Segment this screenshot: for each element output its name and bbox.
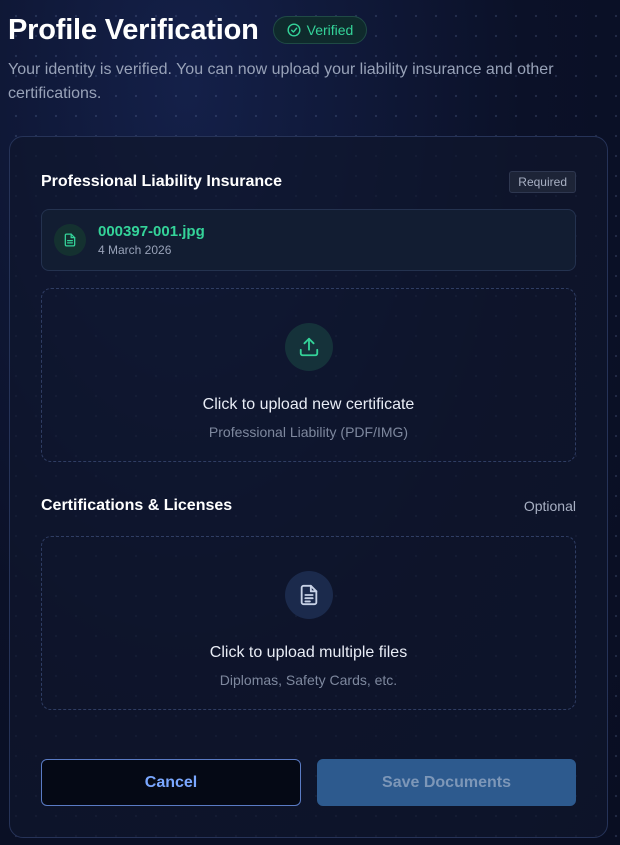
cancel-button[interactable]: Cancel [41, 759, 301, 806]
page-subtitle: Your identity is verified. You can now u… [8, 61, 554, 102]
file-text-icon [284, 571, 333, 619]
page-title: Profile Verification [8, 13, 259, 46]
certificate-upload-dropzone[interactable]: Click to upload new certificate Professi… [41, 288, 576, 462]
certifications-section-header: Certifications & Licenses Optional [41, 497, 576, 515]
insurance-section-title: Professional Liability Insurance [41, 173, 282, 190]
page-header: Profile Verification Verified Your ident… [8, 12, 612, 106]
certifications-section-title: Certifications & Licenses [41, 497, 233, 514]
verified-badge-label: Verified [306, 22, 354, 38]
certificate-upload-title: Click to upload new certificate [202, 396, 415, 413]
file-date: 4 March 2026 [98, 243, 172, 257]
save-documents-button[interactable]: Save Documents [317, 759, 576, 806]
title-row: Profile Verification Verified [8, 12, 612, 48]
optional-tag: Optional [523, 498, 576, 514]
file-info: 000397-001.jpg 4 March 2026 [98, 223, 205, 257]
certificate-upload-subtitle: Professional Liability (PDF/IMG) [208, 424, 409, 440]
verified-badge: Verified [272, 16, 368, 44]
upload-icon [284, 323, 333, 371]
required-tag: Required [509, 171, 576, 193]
document-icon [54, 224, 86, 256]
certifications-upload-dropzone[interactable]: Click to upload multiple files Diplomas,… [41, 536, 576, 710]
check-circle-icon [287, 23, 301, 37]
file-name: 000397-001.jpg [98, 223, 205, 240]
documents-card: Professional Liability Insurance Require… [9, 136, 608, 838]
uploaded-file-item[interactable]: 000397-001.jpg 4 March 2026 [41, 209, 576, 271]
certifications-upload-subtitle: Diplomas, Safety Cards, etc. [219, 672, 398, 688]
insurance-section-header: Professional Liability Insurance Require… [41, 171, 576, 193]
certifications-upload-title: Click to upload multiple files [209, 644, 408, 661]
